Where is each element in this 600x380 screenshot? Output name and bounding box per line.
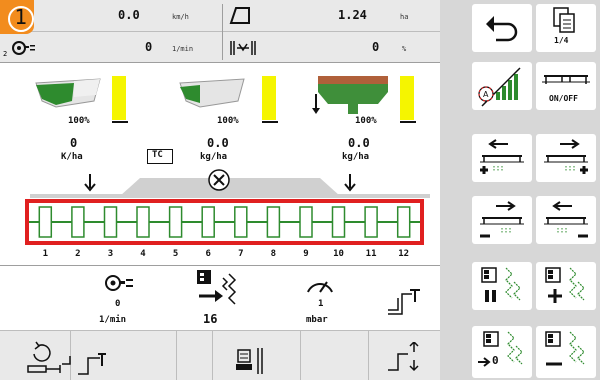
auto-section-control-button[interactable]: A <box>472 62 532 110</box>
terminal-screen: 1 0.0 km/h 1.24 ha 2 0 1/min 0 % 100% 10… <box>0 0 600 380</box>
pressure-value: 1 <box>318 299 324 309</box>
add-section-left-button[interactable] <box>472 134 532 182</box>
section-add-left-icon <box>480 139 524 174</box>
bottom-pto-value: 0 <box>115 299 121 309</box>
section-label-11: 11 <box>365 249 377 259</box>
fert-rate-unit: kg/ha <box>200 152 228 162</box>
fert-hopper-percent: 100% <box>217 116 239 126</box>
tramline-reset-icon <box>478 331 523 367</box>
fert-rate-value: 0.0 <box>207 136 229 150</box>
boom-section-3[interactable] <box>103 206 118 238</box>
tramline-icon <box>197 270 237 305</box>
tank-level-bar <box>400 76 414 120</box>
back-arrow-icon <box>486 16 518 42</box>
page-switch-button[interactable]: 1/4 <box>536 4 596 52</box>
section-label-5: 5 <box>172 249 179 259</box>
tramline-plus-icon <box>545 267 585 303</box>
fert-hopper-icon <box>179 78 245 108</box>
seed-level-bar <box>112 76 126 120</box>
boom-section-6[interactable] <box>201 206 215 238</box>
boom-section-8[interactable] <box>266 206 281 238</box>
pto-index: 2 <box>3 50 8 58</box>
section-row-graphic <box>29 206 420 238</box>
boom-section-2[interactable] <box>71 206 85 238</box>
speed-value: 0.0 <box>118 8 140 22</box>
back-button[interactable] <box>472 4 532 52</box>
seed-rate-value: 0 <box>70 136 78 150</box>
pto-speed-icon <box>105 275 133 291</box>
pto-unit: 1/min <box>172 45 194 53</box>
section-label-3: 3 <box>107 249 114 259</box>
section-label-10: 10 <box>333 249 344 259</box>
tramline-reset-value: 0 <box>492 354 499 367</box>
section-label-12: 12 <box>398 249 410 259</box>
marker-up-down-icon[interactable] <box>386 342 422 376</box>
boom-section-7[interactable] <box>234 206 248 238</box>
speed-unit: km/h <box>172 13 189 21</box>
section-number: 1 <box>14 5 28 29</box>
svg-text:A: A <box>483 90 489 99</box>
boom-section-11[interactable] <box>364 206 378 238</box>
boom-section-10[interactable] <box>331 206 346 238</box>
seed-hopper-percent: 100% <box>68 116 90 126</box>
seed-hopper-icon <box>35 78 101 108</box>
tramline-count: 16 <box>203 312 218 326</box>
marker-fold-icon[interactable] <box>76 348 116 378</box>
section-label-7: 7 <box>238 249 244 259</box>
tramline-minus-icon <box>545 331 585 366</box>
section-label-4: 4 <box>140 249 146 259</box>
section-add-right-icon <box>544 139 588 174</box>
section-remove-right-icon <box>544 201 588 238</box>
pressure-gauge-icon <box>307 281 333 293</box>
area-unit: ha <box>400 13 409 21</box>
front-tank-icon <box>312 76 388 114</box>
tank-rate-unit: kg/ha <box>342 152 370 162</box>
seed-rate-unit: K/ha <box>61 152 83 162</box>
section-label-6: 6 <box>205 249 211 259</box>
section-remove-left-icon <box>480 201 524 238</box>
section-numbers: 1 2 3 4 5 6 7 8 9 10 11 12 <box>29 249 420 263</box>
boom-section-5[interactable] <box>168 206 183 238</box>
add-section-right-button[interactable] <box>536 134 596 182</box>
boom-section-icon[interactable] <box>232 346 272 376</box>
slip-icon <box>230 41 256 55</box>
boom-section-1[interactable] <box>38 206 53 238</box>
pto-value: 0 <box>145 40 153 54</box>
hydraulic-rotate-icon[interactable] <box>24 340 74 376</box>
marker-arm-icon <box>388 289 420 315</box>
tramline-back-button[interactable] <box>536 326 596 378</box>
page-indicator: 1/4 <box>554 36 569 45</box>
boom-section-9[interactable] <box>299 206 313 238</box>
remove-section-right-button[interactable] <box>536 196 596 244</box>
tramline-forward-button[interactable] <box>536 262 596 310</box>
bottom-pto-unit: 1/min <box>99 315 127 325</box>
pressure-unit: mbar <box>306 315 328 325</box>
onoff-label: ON/OFF <box>549 94 578 103</box>
area-value: 1.24 <box>338 8 367 22</box>
section-label-8: 8 <box>270 249 277 259</box>
tank-rate-value: 0.0 <box>348 136 370 150</box>
boom-section-12[interactable] <box>396 206 411 238</box>
tramline-pause-icon <box>481 267 521 302</box>
fert-level-bar <box>262 76 276 120</box>
auto-signal-icon: A <box>478 67 521 107</box>
section-label-1: 1 <box>42 249 48 259</box>
all-sections-onoff-button[interactable]: ON/OFF <box>536 62 596 110</box>
boom-section-4[interactable] <box>136 206 150 238</box>
tc-badge-label: TC <box>152 150 163 160</box>
slip-value: 0 <box>372 40 380 54</box>
slip-unit: % <box>402 45 407 53</box>
remove-section-left-button[interactable] <box>472 196 532 244</box>
tramline-reset-button[interactable]: 0 <box>472 326 532 378</box>
tramline-stop-button[interactable] <box>472 262 532 310</box>
no-flow-icon <box>208 169 230 191</box>
tank-percent: 100% <box>355 116 377 126</box>
pto-icon <box>12 41 35 55</box>
section-label-2: 2 <box>75 249 81 259</box>
softkey-panel <box>440 0 600 380</box>
section-label-9: 9 <box>303 249 309 259</box>
area-icon <box>229 7 250 24</box>
